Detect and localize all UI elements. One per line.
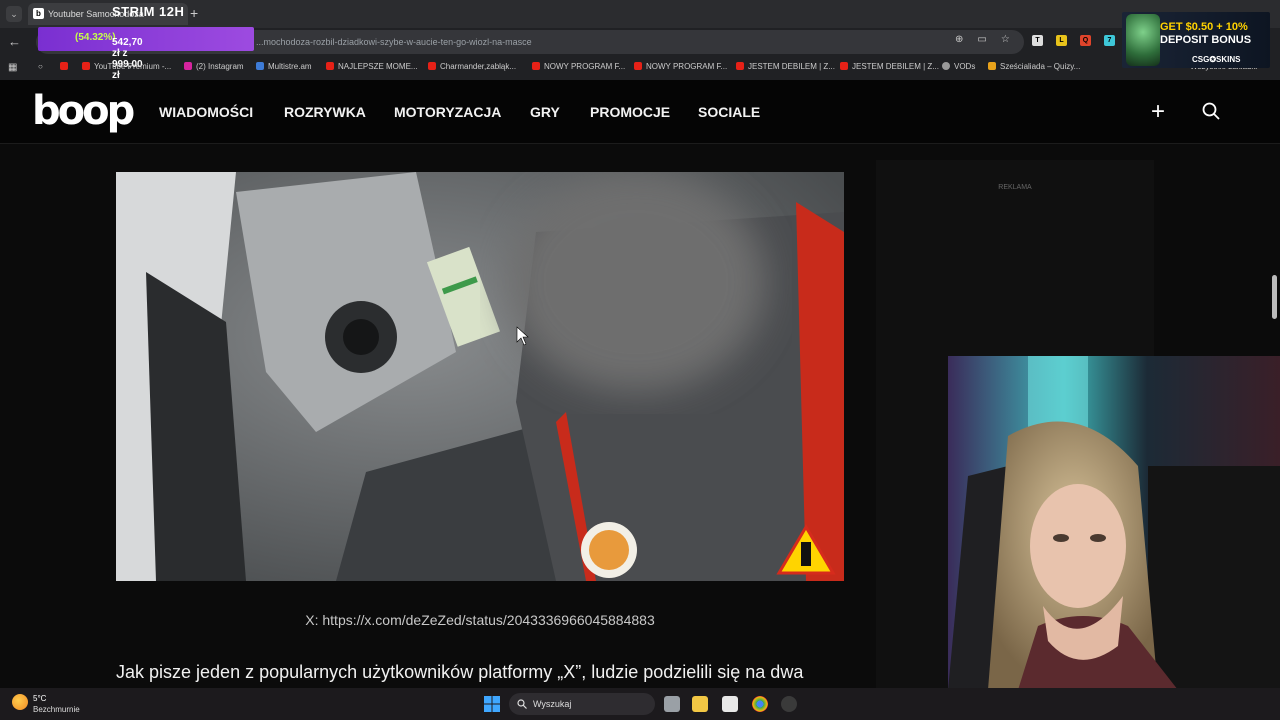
youtube-icon[interactable] [60,62,72,71]
back-arrow-icon[interactable]: ← [8,34,21,49]
file-explorer-icon[interactable] [692,696,708,712]
article-video[interactable] [116,172,844,581]
extension-icon[interactable]: L [1056,35,1067,46]
bookmark-item[interactable]: YouTube Premium -... [82,62,171,71]
cast-icon[interactable]: ▭ [977,34,1000,45]
bookmark-item[interactable]: JESTEM DEBILEM | Z... [736,62,835,71]
extension-icon[interactable]: 7 [1104,35,1115,46]
url-text: ...mochodoza-rozbil-dziadkowi-szybe-w-au… [256,37,532,47]
page-scrollbar[interactable] [1272,275,1277,319]
ad-line1: GET $0.50 + 10% [1160,21,1248,33]
weather-temperature: 5°C [33,694,47,703]
video-source-caption[interactable]: X: https://x.com/deZeZed/status/20433369… [116,612,844,628]
nav-item-promocje[interactable]: PROMOCJE [590,104,670,120]
donation-goal-percent: (54.32%) [75,32,116,43]
nav-item-rozrywka[interactable]: ROZRYWKA [284,104,366,120]
bookmark-item[interactable]: (2) Instagram [184,62,244,71]
bookmark-item[interactable]: Sześcialiada – Quizy... [988,62,1080,71]
casino-ad-banner[interactable]: GET $0.50 + 10% DEPOSIT BONUS CSG✪SKINS [1122,12,1270,68]
weather-sun-icon [12,694,28,710]
nav-item-sociale[interactable]: SOCIALE [698,104,760,120]
stream-overlay-title: STRIM 12H [112,4,185,19]
bookmark-folder-icon[interactable]: ○ [38,62,43,71]
mascot-image [1126,14,1160,66]
article-paragraph: Jak pisze jeden z popularnych użytkownik… [116,662,804,682]
extension-icon[interactable]: Q [1080,35,1091,46]
video-frame-image [116,172,844,581]
search-icon [517,699,527,709]
bookmarks-bar: ▦ ○ YouTube Premium -... (2) Instagram M… [0,56,1280,78]
bookmark-item[interactable]: NAJLEPSZE MOME... [326,62,418,71]
webcam-image [948,356,1280,690]
store-icon[interactable] [722,696,738,712]
bookmark-item[interactable]: JESTEM DEBILEM | Z... [840,62,939,71]
browser-chrome: ⌄ b Youtuber Samochodoza + STRIM 12H ← .… [0,0,1280,81]
bookmark-item[interactable]: Multistre.am [256,62,312,71]
weather-description: Bezchmurnie [33,705,80,714]
ad-label: REKLAMA [998,184,1032,191]
search-icon[interactable] [1202,102,1220,120]
bookmark-item[interactable]: Charmander,zabląk... [428,62,516,71]
taskbar-search[interactable]: Wyszukaj [509,693,655,715]
nav-item-gry[interactable]: GRY [530,104,560,120]
chrome-icon[interactable] [752,696,768,712]
windows-taskbar: 5°C Bezchmurnie Wyszukaj [0,688,1280,720]
ad-line2: DEPOSIT BONUS [1160,34,1252,46]
bookmark-star-icon[interactable]: ☆ [1001,34,1024,45]
bookmark-item[interactable]: NOWY PROGRAM F... [634,62,727,71]
bookmark-item[interactable]: VODs [942,62,975,71]
windows-start-icon[interactable] [484,696,500,712]
zoom-icon[interactable]: ⊕ [955,34,977,45]
taskbar-search-placeholder: Wyszukaj [533,699,572,709]
plus-icon[interactable]: + [1151,98,1165,126]
obs-icon[interactable] [781,696,797,712]
task-view-icon[interactable] [664,696,680,712]
apps-grid-icon[interactable]: ▦ [8,62,17,73]
tab-strip: ⌄ b Youtuber Samochodoza + [0,0,1280,28]
nav-item-motoryzacja[interactable]: MOTORYZACJA [394,104,501,120]
site-logo[interactable]: boop [32,88,135,134]
extension-icon[interactable]: T [1032,35,1043,46]
site-header: boop WIADOMOŚCI ROZRYWKA MOTORYZACJA GRY… [0,80,1280,144]
donation-goal-overlay: 542,70 zł z 999,00 zł (54.32%) [38,27,254,81]
boop-favicon-icon: b [33,8,44,19]
bookmark-item[interactable]: NOWY PROGRAM F... [532,62,625,71]
address-bar-actions: ⊕▭☆ [955,34,1024,45]
new-tab-button[interactable]: + [190,5,198,21]
nav-item-wiadomosci[interactable]: WIADOMOŚCI [159,104,253,120]
ad-brand: CSG✪SKINS [1192,55,1241,64]
streamer-webcam [948,356,1280,690]
tab-search-button[interactable]: ⌄ [6,6,22,22]
